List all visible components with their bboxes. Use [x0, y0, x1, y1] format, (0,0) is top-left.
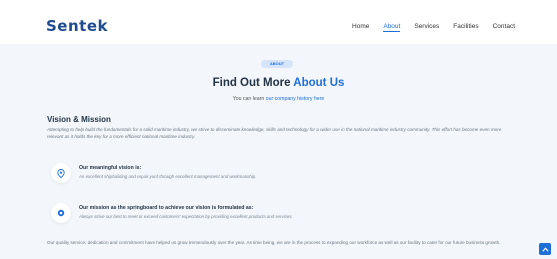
mission-title: Our mission as the springboard to achiev…	[79, 205, 254, 211]
nav-item-about[interactable]: About	[383, 23, 401, 32]
history-link[interactable]: our company history here	[266, 96, 325, 102]
page-title-accent: About Us	[293, 77, 345, 89]
page-title: Find Out More About Us	[0, 77, 557, 89]
about-section: ABOUT Find Out More About Us You can lea…	[0, 44, 557, 259]
nav-item-services[interactable]: Services	[414, 23, 439, 32]
page-subtitle: You can learn our company history here	[0, 96, 557, 102]
vision-text: An excellent shipbuilding and repair yar…	[79, 174, 257, 179]
chevron-up-icon	[541, 246, 549, 252]
nav-item-facilities[interactable]: Facilities	[453, 23, 478, 32]
subtitle-prefix: You can learn	[232, 96, 266, 102]
closing-paragraph: Our quality service, dedication and comm…	[47, 240, 501, 245]
page-title-plain: Find Out More	[212, 77, 294, 89]
vision-title: Our meaningful vision is:	[79, 165, 142, 171]
vision-intro: Attempting to help build the fundamental…	[47, 127, 502, 139]
brand-logo[interactable]: Sentek	[46, 17, 108, 35]
location-pin-icon	[51, 163, 71, 183]
section-badge: ABOUT	[261, 60, 293, 68]
site-header: Sentek Home About Services Facilities Co…	[0, 0, 557, 44]
vision-heading: Vision & Mission	[47, 115, 111, 124]
vision-feature: Our meaningful vision is: An excellent s…	[47, 161, 447, 187]
nav-item-home[interactable]: Home	[352, 23, 369, 32]
mission-text: Always strive our best to meet or exceed…	[79, 214, 293, 219]
target-dot-icon	[51, 203, 71, 223]
mission-feature: Our mission as the springboard to achiev…	[47, 201, 447, 227]
nav-item-contact[interactable]: Contact	[493, 23, 515, 32]
main-nav: Home About Services Facilities Contact	[352, 23, 515, 32]
scroll-to-top-button[interactable]	[539, 243, 551, 255]
